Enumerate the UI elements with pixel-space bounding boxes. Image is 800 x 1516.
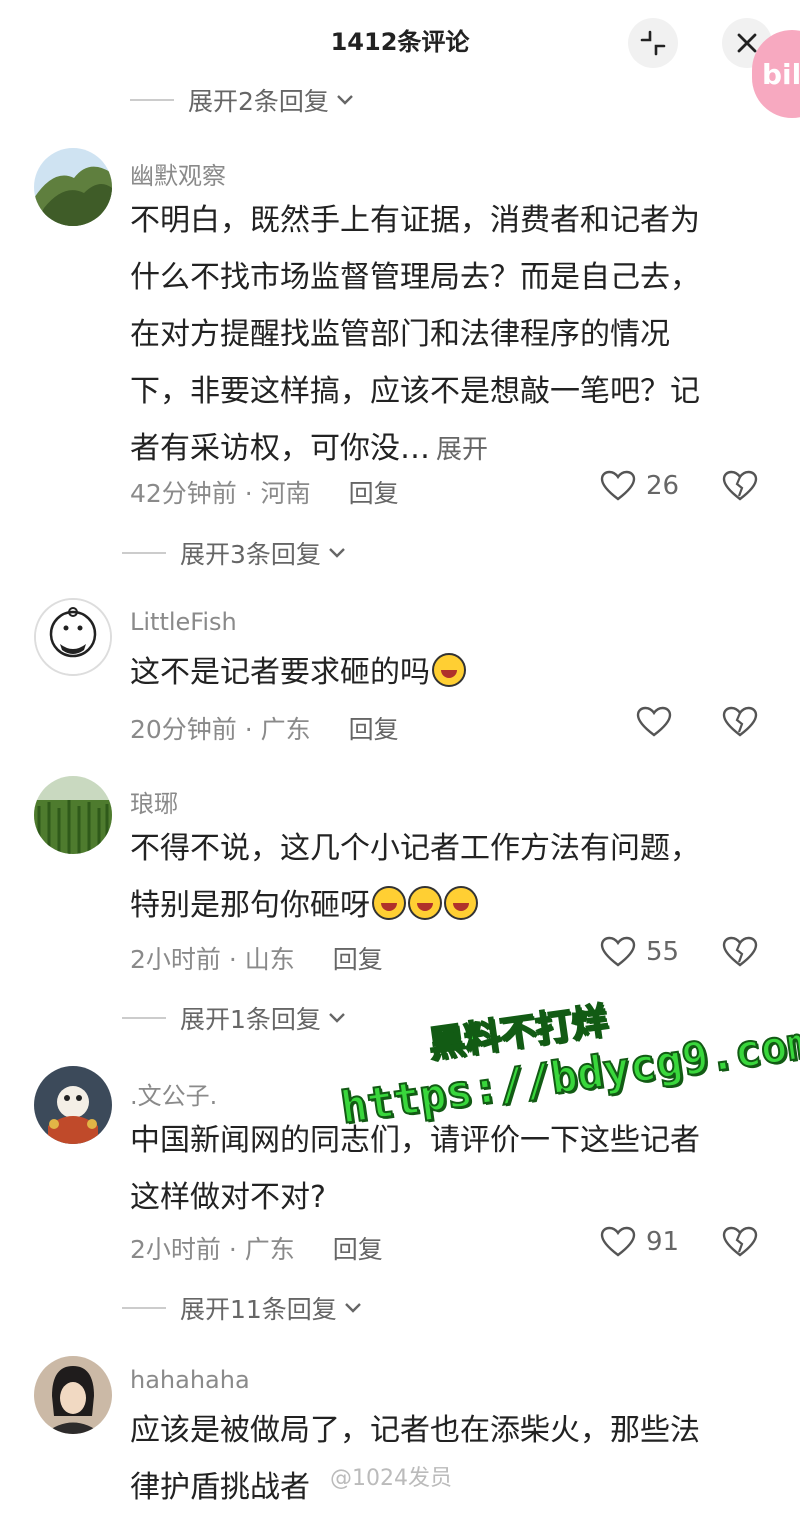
heart-icon bbox=[600, 936, 636, 967]
username[interactable]: 琅琊 bbox=[130, 784, 178, 819]
divider-line bbox=[122, 1307, 166, 1309]
timestamp-location: 42分钟前 · 河南 bbox=[130, 479, 311, 508]
comment-text: 不得不说，这几个小记者工作方法有问题， 特别是那句你砸呀 bbox=[130, 820, 750, 934]
chevron-down-icon bbox=[343, 1301, 363, 1315]
comment-text: 应该是被做局了，记者也在添柴火，那些法 律护盾挑战者 bbox=[130, 1402, 750, 1516]
comment-line: 应该是被做局了，记者也在添柴火，那些法 bbox=[130, 1413, 700, 1448]
comments-header: 1412条评论 bili bbox=[0, 0, 800, 118]
timestamp-location: 2小时前 · 广东 bbox=[130, 1235, 295, 1264]
avatar[interactable] bbox=[34, 1356, 112, 1434]
divider-line bbox=[122, 1017, 166, 1019]
reply-button[interactable]: 回复 bbox=[349, 710, 399, 746]
laughing-crying-emoji bbox=[372, 886, 406, 920]
avatar[interactable] bbox=[34, 776, 112, 854]
like-count: 91 bbox=[646, 1227, 680, 1257]
username[interactable]: .文公子. bbox=[130, 1076, 217, 1111]
comment-text: 中国新闻网的同志们，请评价一下这些记者 这样做对不对? bbox=[130, 1112, 750, 1226]
comment-line: 特别是那句你砸呀 bbox=[130, 888, 370, 923]
dislike-button[interactable] bbox=[722, 936, 758, 972]
dislike-button[interactable] bbox=[722, 1226, 758, 1262]
divider-line bbox=[122, 552, 166, 554]
chevron-down-icon bbox=[327, 546, 347, 560]
dislike-button[interactable] bbox=[722, 470, 758, 506]
avatar[interactable] bbox=[34, 598, 112, 676]
avatar[interactable] bbox=[34, 148, 112, 226]
comment-line: 者有采访权，可你没… bbox=[130, 431, 430, 466]
expand-replies-label: 展开1条回复 bbox=[180, 1005, 321, 1034]
comment-line: 不得不说，这几个小记者工作方法有问题， bbox=[130, 831, 700, 866]
promo-watermark: 黑料不打烊 https://bdycg9.com bbox=[330, 964, 800, 1134]
heart-icon bbox=[600, 1226, 636, 1257]
chevron-down-icon bbox=[335, 93, 355, 107]
laughing-crying-emoji bbox=[408, 886, 442, 920]
comment-line: 这不是记者要求砸的吗 bbox=[130, 655, 430, 690]
dislike-button[interactable] bbox=[722, 706, 758, 742]
expand-replies-label: 展开2条回复 bbox=[188, 87, 329, 116]
laughing-crying-emoji bbox=[432, 653, 466, 687]
broken-heart-icon bbox=[722, 936, 758, 967]
comment-meta: 42分钟前 · 河南 回复 bbox=[130, 474, 399, 510]
comment-count-title: 1412条评论 bbox=[330, 28, 470, 56]
broken-heart-icon bbox=[722, 470, 758, 501]
comment-meta: 2小时前 · 山东 回复 bbox=[130, 940, 383, 976]
collapse-button[interactable] bbox=[628, 18, 678, 68]
collapse-icon bbox=[640, 30, 666, 56]
divider-line bbox=[130, 99, 174, 101]
comment-line: 在对方提醒找监管部门和法律程序的情况 bbox=[130, 317, 670, 352]
weibo-watermark: @1024发员 bbox=[330, 1466, 452, 1491]
avatar[interactable] bbox=[34, 1066, 112, 1144]
close-icon bbox=[737, 33, 757, 53]
timestamp-location: 20分钟前 · 广东 bbox=[130, 715, 311, 744]
reply-button[interactable]: 回复 bbox=[333, 940, 383, 976]
heart-icon bbox=[636, 706, 672, 737]
comment-line: 什么不找市场监督管理局去？而是自己去， bbox=[130, 260, 700, 295]
comment-line: 这样做对不对? bbox=[130, 1180, 326, 1215]
comment-line: 不明白，既然手上有证据，消费者和记者为 bbox=[130, 203, 700, 238]
username[interactable]: hahahaha bbox=[130, 1366, 250, 1394]
expand-text-link[interactable]: 展开 bbox=[436, 435, 488, 465]
laughing-crying-emoji bbox=[444, 886, 478, 920]
username[interactable]: LittleFish bbox=[130, 608, 237, 636]
like-button[interactable]: 26 bbox=[600, 470, 679, 502]
like-button[interactable] bbox=[636, 706, 672, 738]
expand-replies[interactable]: 展开3条回复 bbox=[122, 535, 347, 571]
broken-heart-icon bbox=[722, 706, 758, 737]
like-button[interactable]: 55 bbox=[600, 936, 679, 968]
expand-replies-label: 展开11条回复 bbox=[180, 1295, 337, 1324]
broken-heart-icon bbox=[722, 1226, 758, 1257]
like-button[interactable]: 91 bbox=[600, 1226, 679, 1258]
like-count: 55 bbox=[646, 937, 680, 967]
comment-line: 下，非要这样搞，应该不是想敲一笔吧？记 bbox=[130, 374, 700, 409]
comment-meta: 2小时前 · 广东 回复 bbox=[130, 1230, 383, 1266]
comment-text: 这不是记者要求砸的吗 bbox=[130, 644, 750, 701]
expand-replies[interactable]: 展开2条回复 bbox=[130, 82, 355, 118]
timestamp-location: 2小时前 · 山东 bbox=[130, 945, 295, 974]
chevron-down-icon bbox=[327, 1011, 347, 1025]
heart-icon bbox=[600, 470, 636, 501]
expand-replies-label: 展开3条回复 bbox=[180, 540, 321, 569]
like-count: 26 bbox=[646, 471, 680, 501]
comment-text: 不明白，既然手上有证据，消费者和记者为 什么不找市场监督管理局去？而是自己去， … bbox=[130, 192, 750, 479]
expand-replies[interactable]: 展开1条回复 bbox=[122, 1000, 347, 1036]
comment-meta: 20分钟前 · 广东 回复 bbox=[130, 710, 399, 746]
reply-button[interactable]: 回复 bbox=[349, 474, 399, 510]
reply-button[interactable]: 回复 bbox=[333, 1230, 383, 1266]
username[interactable]: 幽默观察 bbox=[130, 156, 226, 191]
expand-replies[interactable]: 展开11条回复 bbox=[122, 1290, 363, 1326]
